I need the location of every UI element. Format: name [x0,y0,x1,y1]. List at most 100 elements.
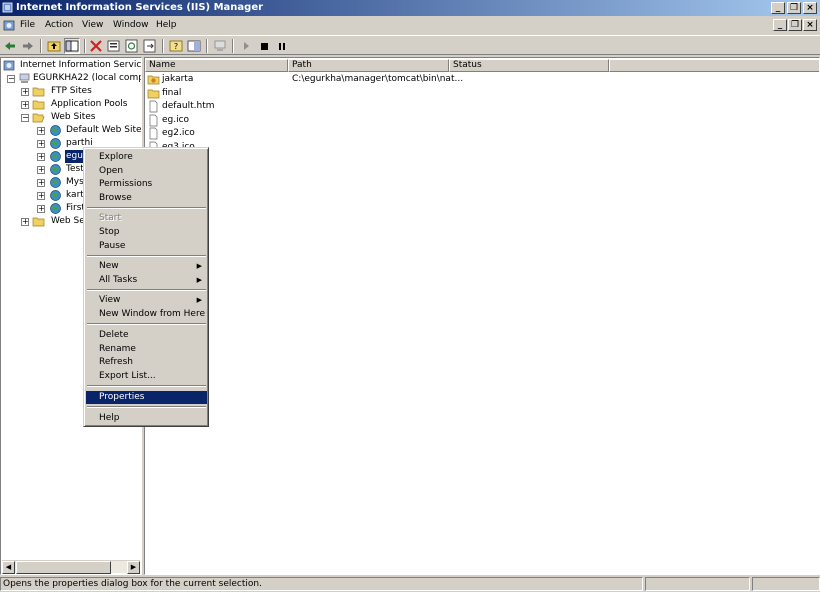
expand-toggle[interactable]: + [37,179,45,187]
window-title: Internet Information Services (IIS) Mana… [16,2,264,13]
scroll-thumb[interactable] [16,561,111,574]
folder-icon [32,217,45,227]
show-hide-button[interactable] [186,38,202,54]
refresh-button[interactable] [124,38,140,54]
folder-icon [32,100,45,110]
expand-toggle[interactable]: + [21,218,29,226]
expand-toggle[interactable]: + [21,101,29,109]
list-item[interactable]: final [146,87,646,100]
column-header-name[interactable]: Name [145,59,288,72]
back-button[interactable] [2,38,18,54]
menu-item-all-tasks[interactable]: All Tasks ▶ [86,274,207,287]
scroll-left-arrow-icon[interactable]: ◀ [2,561,15,574]
stop-button[interactable] [256,38,272,54]
forward-button[interactable] [20,38,36,54]
tree-item-ftp-sites[interactable]: + FTP Sites [21,85,141,98]
file-icon [149,127,158,140]
folder-icon [147,89,160,99]
list-item[interactable]: default.htm [146,100,646,113]
menu-file[interactable]: File [20,20,35,30]
menu-item-label: New [99,261,119,271]
menu-item-properties[interactable]: Properties [86,391,207,404]
computer-icon [214,40,226,51]
expand-toggle[interactable]: + [37,140,45,148]
menu-view[interactable]: View [82,20,103,30]
menu-item-refresh[interactable]: Refresh [86,356,207,369]
show-tree-button[interactable] [64,38,80,54]
menu-window[interactable]: Window [113,20,149,30]
menu-item-explore[interactable]: Explore [86,151,207,164]
list-pane[interactable]: Name Path Status jakarta C:\egurkha\mana… [144,57,820,575]
tree-item-site[interactable]: + Default Web Site [37,124,141,137]
list-item[interactable]: eg3.ico [146,141,646,154]
panes-icon [187,40,201,52]
toolbar-separator [232,39,234,53]
submenu-arrow-icon: ▶ [196,276,202,284]
menu-action[interactable]: Action [45,20,73,30]
tree-label: Test [66,164,84,174]
expand-toggle[interactable]: + [37,127,45,135]
up-level-button[interactable] [46,38,62,54]
menu-item-rename[interactable]: Rename [86,343,207,356]
item-name: eg2.ico [162,128,195,138]
column-header-path[interactable]: Path [288,59,449,72]
menu-item-start: Start [99,213,121,223]
menu-item-label: All Tasks [99,275,138,285]
item-name: eg.ico [162,115,190,125]
expand-toggle[interactable]: + [37,166,45,174]
doc-restore-button[interactable]: ❐ [788,19,802,31]
menu-item-permissions[interactable]: Permissions [86,178,207,191]
doc-close-button[interactable]: × [803,19,817,31]
menu-item-open[interactable]: Open [86,165,207,178]
delete-button[interactable] [88,38,104,54]
close-button[interactable]: × [803,2,817,14]
help-book-icon: ? [169,40,183,52]
menu-separator [87,255,206,257]
column-header-status[interactable]: Status [449,59,609,72]
tree-item-web-sites[interactable]: − Web Sites [21,111,141,124]
expand-toggle[interactable]: + [37,205,45,213]
menu-item-view[interactable]: View ▶ [86,294,207,307]
minimize-button[interactable]: _ [771,2,785,14]
doc-minimize-button[interactable]: _ [773,19,787,31]
menu-item-delete[interactable]: Delete [86,329,207,342]
collapse-toggle[interactable]: − [21,114,29,122]
menu-item-stop[interactable]: Stop [86,226,207,239]
toolbar-separator [206,39,208,53]
collapse-toggle[interactable]: − [7,75,15,83]
pause-button[interactable] [274,38,290,54]
export-list-button[interactable] [142,38,158,54]
iis-manager-icon [2,2,13,13]
menu-item-pause[interactable]: Pause [86,240,207,253]
tree-item-iis-root[interactable]: Internet Information Services [3,59,141,72]
console-icon [3,20,15,31]
menu-item-new-window[interactable]: New Window from Here [86,308,207,321]
scroll-right-arrow-icon[interactable]: ▶ [127,561,140,574]
expand-toggle[interactable]: + [37,192,45,200]
menu-item-new[interactable]: New ▶ [86,260,207,273]
list-item[interactable]: jakarta C:\egurkha\manager\tomcat\bin\na… [146,73,646,86]
menu-item-export-list[interactable]: Export List... [86,370,207,383]
start-button[interactable] [238,38,254,54]
tree-horizontal-scrollbar[interactable]: ◀ ▶ [2,560,140,574]
connect-button[interactable] [212,38,228,54]
menu-item-help[interactable]: Help [86,412,207,425]
toolbar-separator [40,39,42,53]
refresh-icon [125,39,138,53]
list-item[interactable]: eg2.ico [146,127,646,140]
help-toolbar-button[interactable]: ? [168,38,184,54]
delete-x-icon [90,40,102,52]
tree-label: Application Pools [51,99,128,109]
expand-toggle[interactable]: + [37,153,45,161]
menu-separator [87,289,206,291]
menu-bar: File Action View Window Help _ ❐ × [0,17,820,35]
menu-item-browse[interactable]: Browse [86,192,207,205]
list-item[interactable]: eg.ico [146,114,646,127]
menu-help[interactable]: Help [156,20,177,30]
expand-toggle[interactable]: + [21,88,29,96]
restore-button[interactable]: ❐ [787,2,801,14]
properties-toolbar-button[interactable] [106,38,122,54]
play-icon [244,42,249,50]
tree-item-application-pools[interactable]: + Application Pools [21,98,141,111]
tree-item-computer[interactable]: − EGURKHA22 (local computer) [7,72,141,85]
